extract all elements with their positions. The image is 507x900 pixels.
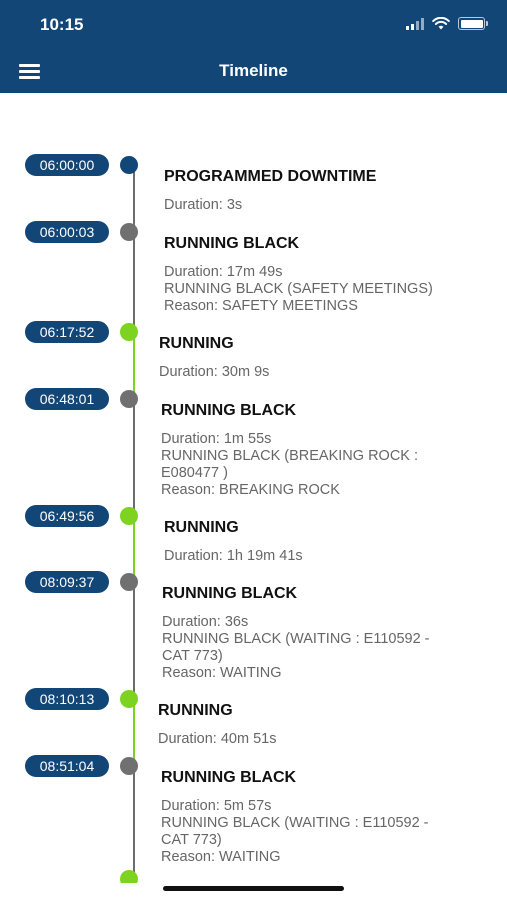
time-badge: 06:00:00 [25,154,109,176]
event-status[interactable]: RUNNING BLACK [162,585,297,603]
event-duration: Duration: 1h 19m 41s [164,548,303,564]
timeline-connector [133,516,135,582]
timeline-dot [120,223,138,241]
event-duration: Duration: 3s [164,197,243,213]
timeline-connector [133,399,135,516]
event-detail: Reason: WAITING [161,849,281,865]
timeline-dot [120,507,138,525]
status-bar-icons [406,17,488,30]
event-detail: RUNNING BLACK (SAFETY MEETINGS) [164,281,433,297]
time-badge: 06:00:03 [25,221,109,243]
timeline-dot [120,156,138,174]
event-status[interactable]: PROGRAMMED DOWNTIME [164,168,376,186]
time-badge: 06:17:52 [25,321,109,343]
event-duration: Duration: 36s [162,614,249,630]
app-header: 10:15 Timeline [0,0,507,93]
page-title: Timeline [219,61,288,80]
event-status[interactable]: RUNNING [158,702,233,720]
event-detail: CAT 773) [162,648,223,664]
event-detail: RUNNING BLACK (WAITING : E110592 - [161,815,429,831]
event-detail: Reason: WAITING [162,665,282,681]
time-badge: 06:49:56 [25,505,109,527]
timeline-connector [133,699,135,766]
event-duration: Duration: 1m 55s [161,431,272,447]
battery-icon [458,17,488,30]
timeline-connector [133,766,135,879]
timeline-dot [120,573,138,591]
event-detail: CAT 773) [161,832,222,848]
event-status[interactable]: RUNNING BLACK [161,402,296,420]
timeline-connector [133,232,135,332]
time-badge: 08:51:04 [25,755,109,777]
timeline-dot [120,690,138,708]
wifi-icon [432,17,450,30]
time-badge: 08:10:13 [25,688,109,710]
event-status[interactable]: RUNNING [164,519,239,537]
timeline-dot [120,757,138,775]
event-detail: Reason: SAFETY MEETINGS [164,298,358,314]
event-duration: Duration: 5m 57s [161,798,272,814]
home-indicator [163,886,344,891]
event-status[interactable]: RUNNING [159,335,234,353]
event-detail: RUNNING BLACK (BREAKING ROCK : [161,448,419,464]
timeline-dot [120,870,138,883]
time-badge: 06:48:01 [25,388,109,410]
event-duration: Duration: 17m 49s [164,264,283,280]
event-detail: E080477 ) [161,465,228,481]
event-status[interactable]: RUNNING BLACK [161,769,296,787]
time-badge: 08:09:37 [25,571,109,593]
timeline-connector [133,332,135,399]
event-detail: RUNNING BLACK (WAITING : E110592 - [162,631,430,647]
event-status[interactable]: RUNNING BLACK [164,235,299,253]
timeline-connector [133,165,135,232]
timeline-connector [133,582,135,699]
cellular-signal-icon [406,17,424,30]
timeline-list[interactable]: 06:00:00 PROGRAMMED DOWNTIME Duration: 3s 0… [0,93,507,883]
timeline-dot [120,323,138,341]
status-bar-time: 10:15 [40,15,84,34]
timeline-dot [120,390,138,408]
event-duration: Duration: 30m 9s [159,364,270,380]
event-duration: Duration: 40m 51s [158,731,277,747]
event-detail: Reason: BREAKING ROCK [161,482,340,498]
